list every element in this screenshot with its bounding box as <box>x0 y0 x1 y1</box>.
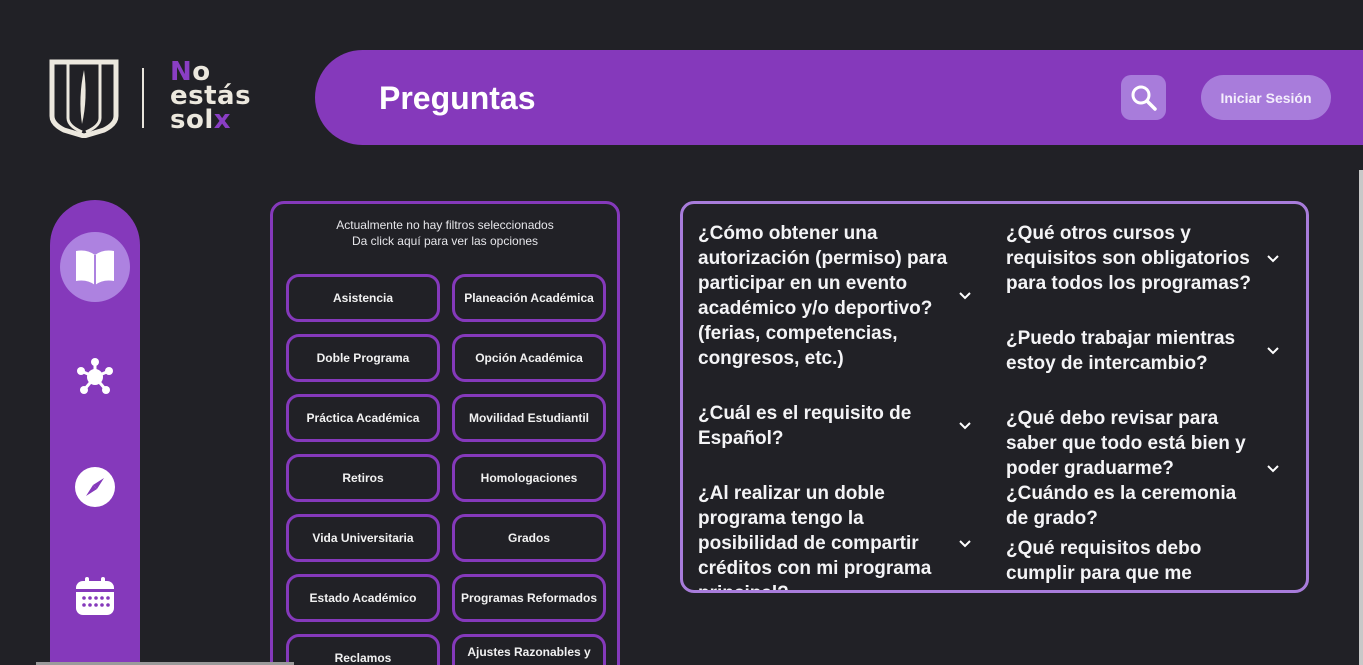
filter-option[interactable]: Práctica Académica <box>286 394 440 442</box>
open-book-icon <box>76 250 114 285</box>
filter-option[interactable]: Doble Programa <box>286 334 440 382</box>
filter-option[interactable]: Asistencia <box>286 274 440 322</box>
chevron-down-icon <box>1267 254 1279 262</box>
chevron-down-icon <box>1267 347 1279 355</box>
logo-divider <box>142 68 144 128</box>
faq-question[interactable]: ¿Cuál es el requisito de Español? <box>698 401 978 451</box>
filters-panel[interactable]: Actualmente no hay filtros seleccionados… <box>270 201 620 665</box>
sidebar-item-network[interactable] <box>60 342 130 412</box>
filter-option[interactable]: Reclamos <box>286 634 440 665</box>
chevron-down-icon <box>959 422 971 430</box>
filter-option[interactable]: Opción Académica <box>452 334 606 382</box>
filter-option[interactable]: Programas Reformados <box>452 574 606 622</box>
university-crest-icon <box>49 59 119 138</box>
filter-option[interactable]: Homologaciones <box>452 454 606 502</box>
filter-option[interactable]: Ajustes Razonables y <box>452 634 606 665</box>
faq-question[interactable]: ¿Al realizar un doble programa tengo la … <box>698 481 978 590</box>
page-title: Preguntas <box>379 80 536 116</box>
chevron-down-icon <box>1267 464 1279 472</box>
compass-icon <box>75 467 115 507</box>
filter-option[interactable]: Planeación Académica <box>452 274 606 322</box>
search-button[interactable] <box>1121 75 1166 120</box>
header-bar: Preguntas Iniciar Sesión <box>315 50 1363 145</box>
search-icon <box>1131 85 1157 111</box>
login-button[interactable]: Iniciar Sesión <box>1201 75 1331 120</box>
site-logo[interactable]: No estás solx <box>48 58 263 138</box>
filter-option[interactable]: Retiros <box>286 454 440 502</box>
faq-panel: ¿Cómo obtener una autorización (permiso)… <box>680 201 1309 593</box>
network-nodes-icon <box>77 358 113 394</box>
filter-option[interactable]: Estado Académico <box>286 574 440 622</box>
faq-question[interactable]: ¿Qué requisitos debo cumplir para que me… <box>1006 536 1286 590</box>
sidebar-item-calendar[interactable] <box>60 562 130 632</box>
brand-wordmark: No estás solx <box>170 57 252 135</box>
chevron-down-icon <box>959 539 971 547</box>
vertical-scrollbar[interactable] <box>1359 170 1363 665</box>
faq-question[interactable]: ¿Qué debo revisar para saber que todo es… <box>1006 406 1286 531</box>
calendar-icon <box>76 577 114 615</box>
filters-hint-action[interactable]: Da click aquí para ver las opciones <box>273 234 617 248</box>
filter-option[interactable]: Movilidad Estudiantil <box>452 394 606 442</box>
sidebar-item-questions[interactable] <box>60 232 130 302</box>
faq-question[interactable]: ¿Puedo trabajar mientras estoy de interc… <box>1006 326 1286 376</box>
sidebar-item-explore[interactable] <box>60 452 130 522</box>
sidebar-nav <box>50 200 140 665</box>
filter-option[interactable]: Grados <box>452 514 606 562</box>
chevron-down-icon <box>959 292 971 300</box>
faq-question[interactable]: ¿Qué otros cursos y requisitos son oblig… <box>1006 221 1286 296</box>
filter-option[interactable]: Vida Universitaria <box>286 514 440 562</box>
filters-hint-status: Actualmente no hay filtros seleccionados <box>336 218 554 232</box>
faq-question[interactable]: ¿Cómo obtener una autorización (permiso)… <box>698 221 978 371</box>
